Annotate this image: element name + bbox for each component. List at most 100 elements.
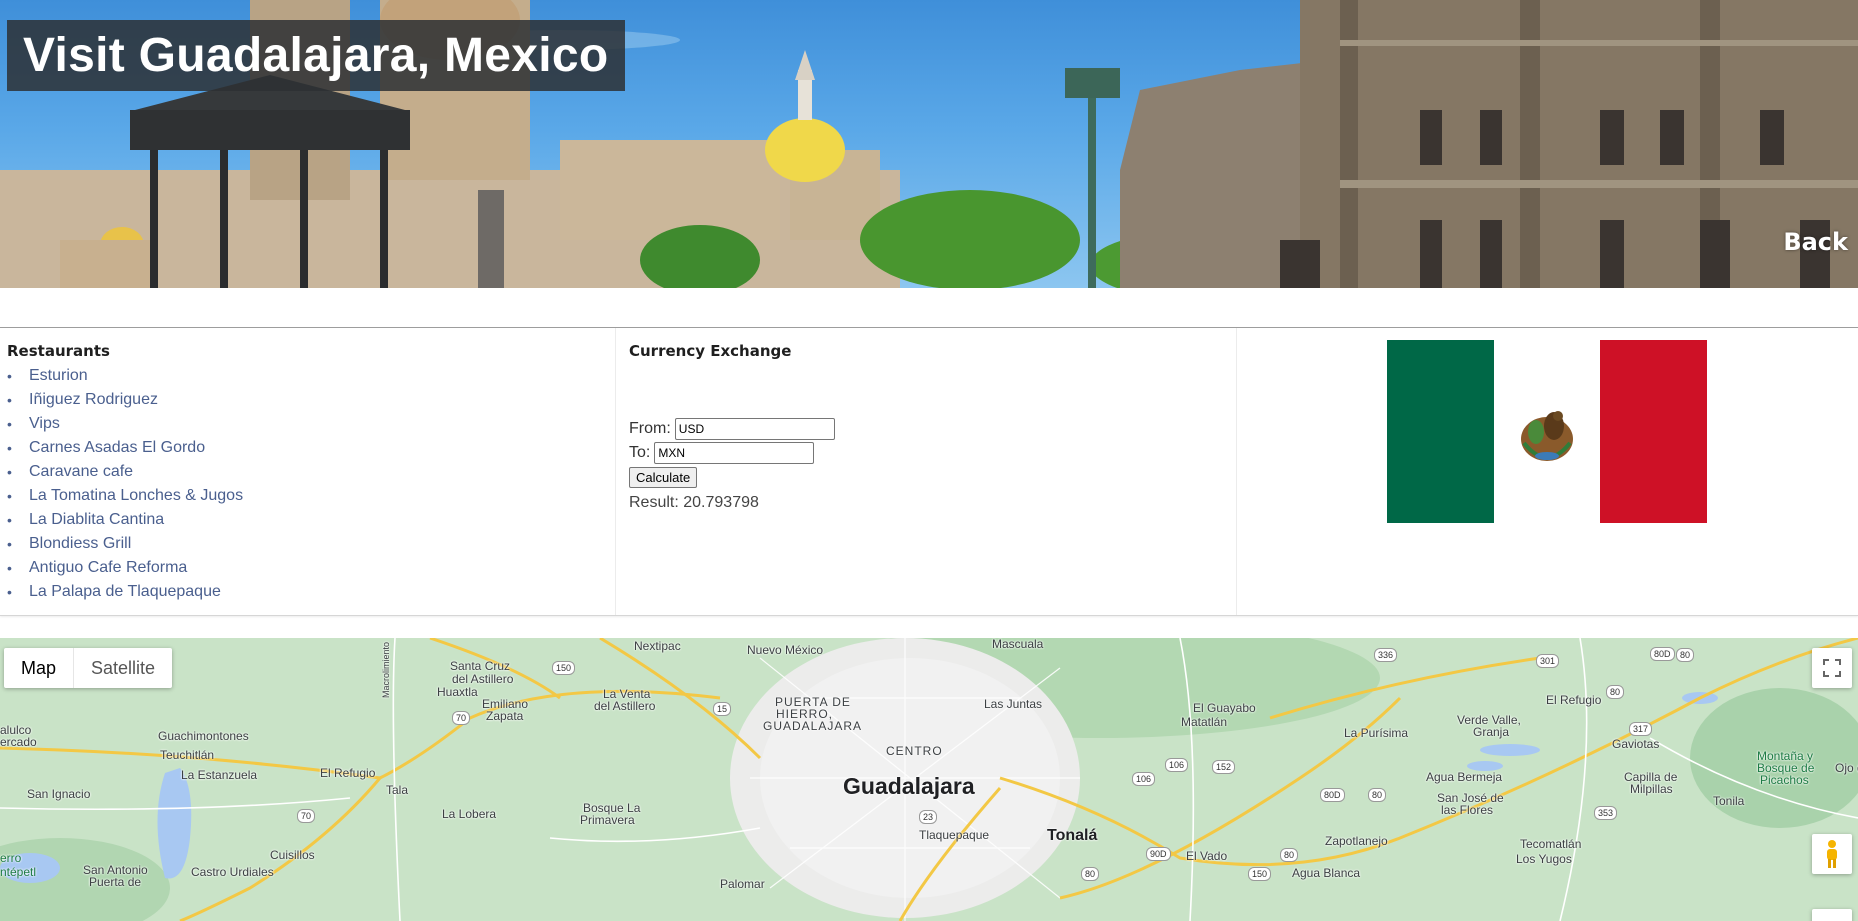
map-label: Teuchitlán — [160, 748, 215, 762]
hero-banner: Visit Guadalajara, Mexico Back — [0, 0, 1858, 288]
flag-panel — [1237, 328, 1858, 615]
route-shield: 90D — [1146, 847, 1171, 861]
map-label: Cuisillos — [270, 848, 315, 862]
route-shield: 106 — [1132, 772, 1156, 786]
zoom-control[interactable] — [1812, 909, 1852, 921]
list-item: • Vips — [7, 412, 243, 436]
map-city-label: Guadalajara — [843, 773, 975, 799]
list-item: • Carnes Asadas El Gordo — [7, 436, 243, 460]
list-item: • Esturion — [7, 364, 243, 388]
restaurant-link[interactable]: La Tomatina Lonches & Jugos — [29, 487, 243, 504]
info-row: Restaurants • Esturion • Iñiguez Rodriguez… — [0, 328, 1858, 616]
route-shield: 70 — [297, 809, 316, 823]
route-shield: 336 — [1374, 648, 1398, 662]
restaurant-link[interactable]: Esturion — [29, 367, 88, 384]
route-shield: 15 — [713, 702, 732, 716]
bullet: • — [7, 584, 12, 600]
bullet: • — [7, 536, 12, 552]
map-label: Huaxtla — [437, 685, 478, 699]
route-shield: 317 — [1629, 722, 1653, 736]
bullet: • — [7, 368, 12, 384]
map-label: Zapotlanejo — [1325, 834, 1388, 848]
route-shield: 80 — [1081, 867, 1100, 881]
map-label: Guachimontones — [158, 729, 249, 743]
map-label: Granja — [1473, 725, 1510, 739]
map-label: El Refugio — [1546, 693, 1602, 707]
restaurant-link[interactable]: Vips — [29, 415, 60, 432]
list-item: • Blondiess Grill — [7, 532, 243, 556]
map-label: Castro Urdiales — [191, 865, 274, 879]
map-label: El Vado — [1186, 849, 1228, 863]
list-item: • Caravane cafe — [7, 460, 243, 484]
back-button[interactable]: Back — [1783, 228, 1848, 256]
route-shield: 80 — [1368, 788, 1387, 802]
route-shield: 80 — [1676, 648, 1695, 662]
route-shield: 152 — [1212, 760, 1236, 774]
route-shield: 70 — [452, 711, 471, 725]
bullet: • — [7, 392, 12, 408]
bullet: • — [7, 416, 12, 432]
route-shield: 80D — [1320, 788, 1345, 802]
map-label: El Refugio — [320, 766, 376, 780]
bullet: • — [7, 440, 12, 456]
map-label: ercado — [0, 735, 37, 749]
flag-white-stripe — [1494, 340, 1600, 523]
route-shield: 80D — [1650, 647, 1675, 661]
from-label: From: — [629, 420, 671, 437]
map-label: Agua Bermeja — [1426, 770, 1503, 784]
map-widget[interactable]: Nextipac Nuevo México Mascuala Santa Cru… — [0, 638, 1858, 921]
map-label: Tecomatlán — [1520, 837, 1582, 851]
flag-red-stripe — [1600, 340, 1707, 523]
list-item: • La Palapa de Tlaquepaque — [7, 580, 243, 604]
list-item: • La Diablita Cantina — [7, 508, 243, 532]
restaurant-link[interactable]: Carnes Asadas El Gordo — [29, 439, 205, 456]
map-type-satellite-button[interactable]: Satellite — [73, 648, 172, 688]
map-label: Tonila — [1713, 794, 1745, 808]
map-label: Primavera — [580, 813, 635, 827]
restaurant-link[interactable]: Iñiguez Rodriguez — [29, 391, 158, 408]
route-shield: 80 — [1606, 685, 1625, 699]
route-shield: 150 — [552, 661, 576, 675]
flag-green-stripe — [1387, 340, 1494, 523]
map-label: Tala — [386, 783, 409, 797]
fullscreen-icon — [1823, 659, 1841, 677]
map-label: Las Juntas — [984, 697, 1043, 711]
restaurants-list: • Esturion • Iñiguez Rodriguez • Vips • Carn… — [7, 364, 243, 604]
bullet: • — [7, 512, 12, 528]
map-label: El Guayabo — [1193, 701, 1256, 715]
restaurant-link[interactable]: Caravane cafe — [29, 463, 133, 480]
restaurant-link[interactable]: La Diablita Cantina — [29, 511, 164, 528]
route-shield: 23 — [919, 810, 938, 824]
map-label: Agua Blanca — [1292, 866, 1361, 880]
currency-title: Currency Exchange — [629, 342, 792, 360]
currency-form: From: To: Calculate Result: 20.793798 — [629, 417, 835, 512]
map-label: Gaviotas — [1612, 737, 1660, 751]
map-label: Zapata — [486, 709, 524, 723]
list-item: • Iñiguez Rodriguez — [7, 388, 243, 412]
list-item: • La Tomatina Lonches & Jugos — [7, 484, 243, 508]
map-label: Milpillas — [1630, 782, 1673, 796]
street-view-button[interactable] — [1812, 834, 1852, 874]
map-type-map-button[interactable]: Map — [4, 648, 73, 688]
restaurant-link[interactable]: Blondiess Grill — [29, 535, 131, 552]
restaurant-link[interactable]: Antiguo Cafe Reforma — [29, 559, 187, 576]
to-label: To: — [629, 444, 651, 461]
bullet: • — [7, 488, 12, 504]
from-currency-input[interactable] — [674, 418, 835, 440]
calculate-button[interactable]: Calculate — [629, 467, 698, 488]
pegman-icon — [1827, 840, 1837, 868]
mexico-flag — [1387, 340, 1707, 523]
map-label: La Estanzuela — [181, 768, 258, 782]
map-label: Palomar — [720, 877, 765, 891]
map-label: San Ignacio — [27, 787, 91, 801]
restaurant-link[interactable]: La Palapa de Tlaquepaque — [29, 583, 221, 600]
map-label: CENTRO — [886, 744, 943, 758]
map-label: Matatlán — [1181, 715, 1228, 729]
to-currency-input[interactable] — [654, 442, 815, 464]
result-text: Result: 20.793798 — [629, 494, 835, 512]
map-label: Puerta de — [89, 875, 142, 889]
map-label: Tlaquepaque — [919, 828, 990, 842]
fullscreen-button[interactable] — [1812, 648, 1852, 688]
page-title: Visit Guadalajara, Mexico — [23, 29, 609, 82]
map-label: del Astillero — [594, 699, 656, 713]
